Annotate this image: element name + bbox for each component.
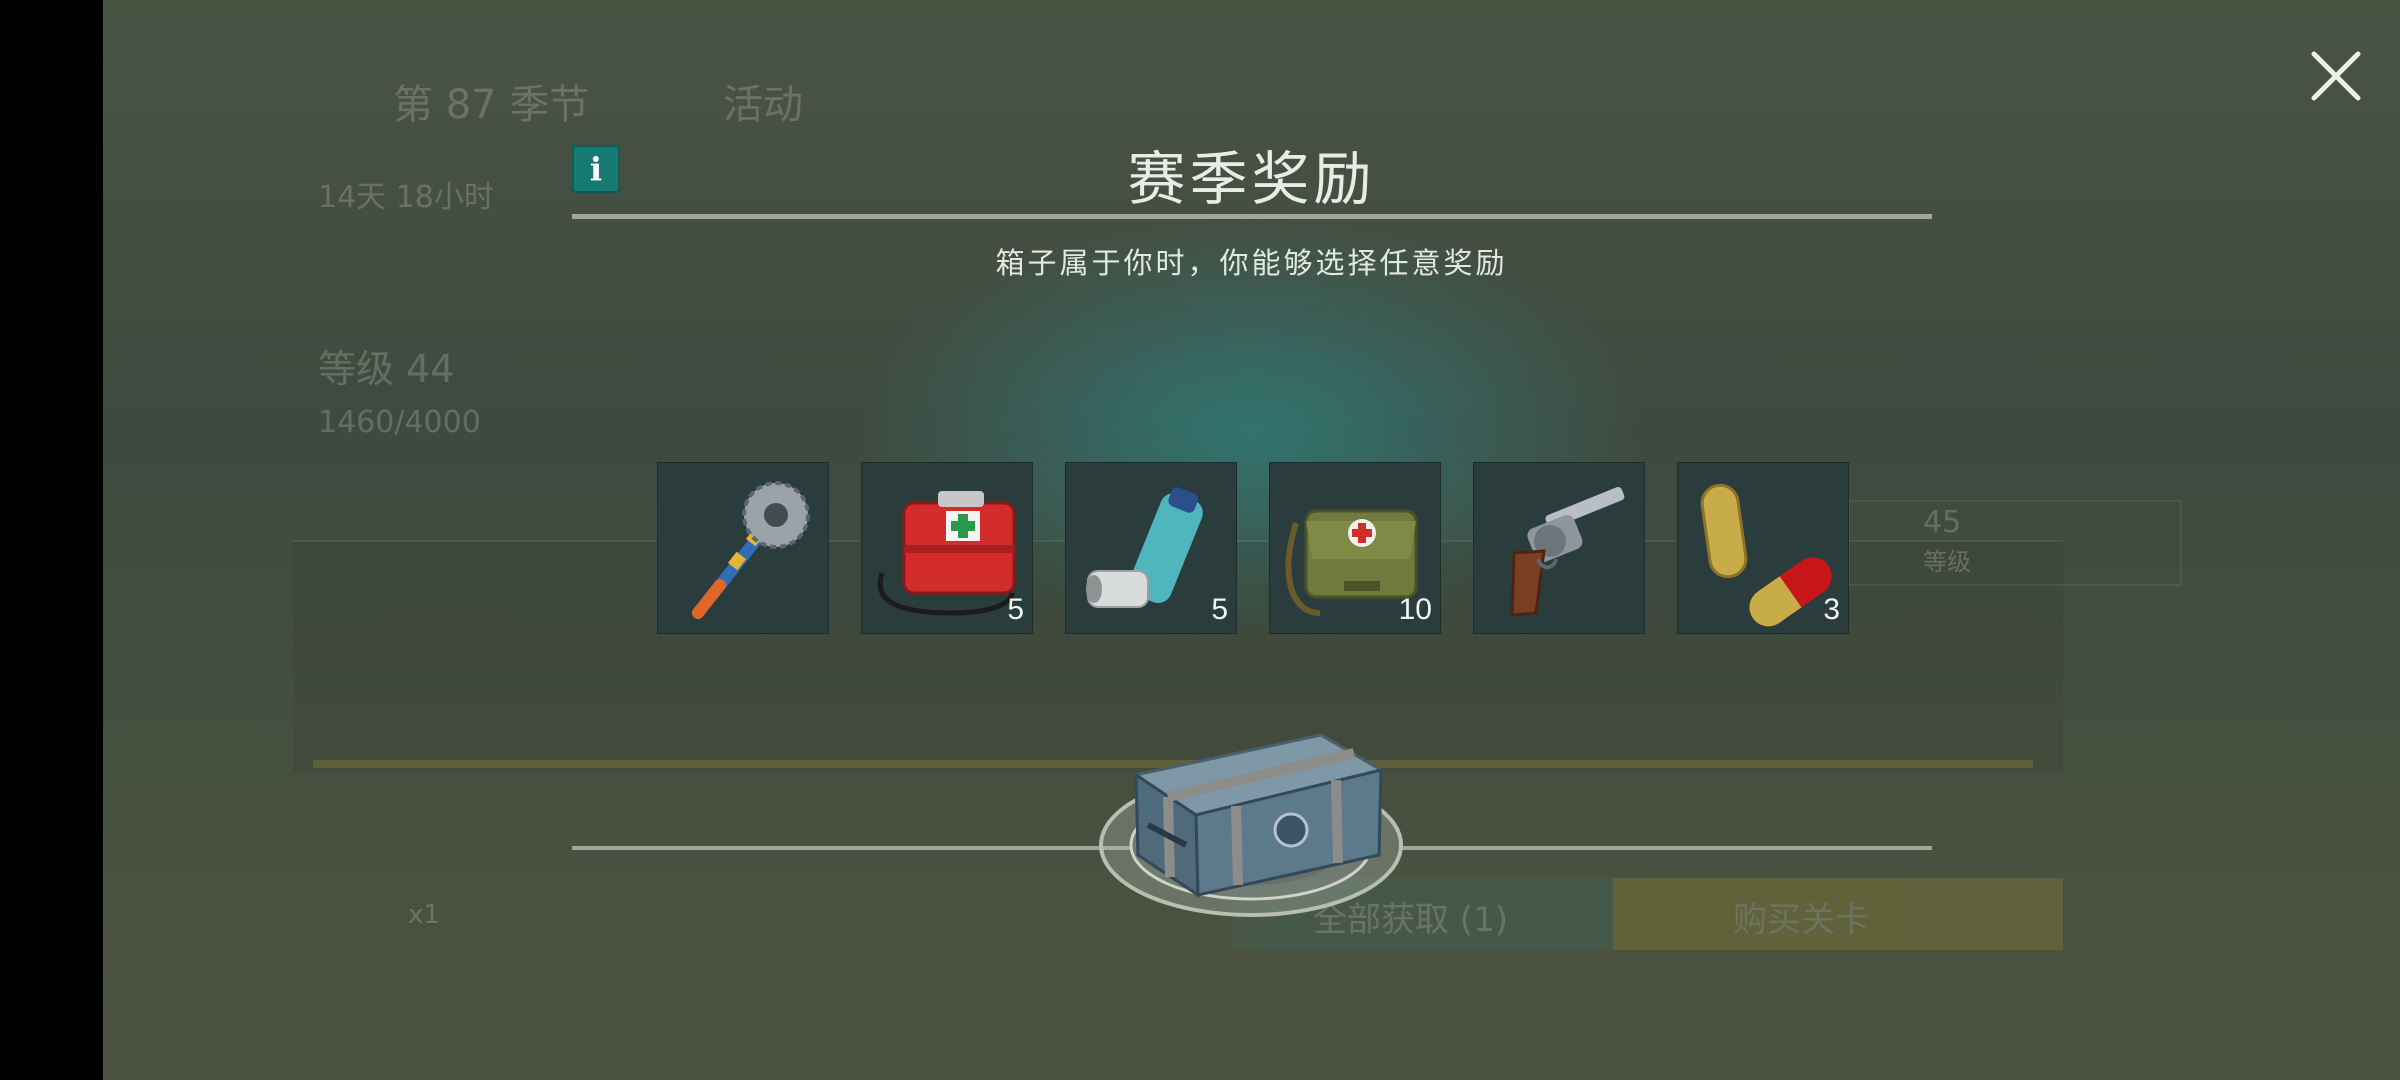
bg-xp: 1460/4000	[318, 405, 481, 440]
close-icon	[2311, 51, 2361, 101]
bg-tab-event: 活动	[723, 82, 803, 128]
base-divider-right	[1401, 846, 1932, 850]
modal-title: 赛季奖励	[1127, 145, 1376, 213]
bg-level: 等级 44	[318, 347, 455, 391]
bg-buy-pass-label: 购买关卡	[1733, 900, 1869, 940]
title-divider	[572, 214, 1932, 219]
revolver-icon	[1510, 486, 1625, 617]
reward-quantity: 3	[1823, 593, 1840, 626]
modal-subtitle: 箱子属于你时，你能够选择任意奖励	[995, 246, 1508, 280]
reward-quantity: 5	[1211, 593, 1228, 626]
left-black-bar	[0, 0, 103, 1080]
reward-tile-first-aid-kit[interactable]: 5	[861, 462, 1033, 634]
bg-tab-season: 第 87 季节	[393, 82, 590, 128]
bg-level-45-number: 45	[1923, 505, 1962, 540]
reward-tile-saw-mace[interactable]	[657, 462, 829, 634]
reward-quantity: 10	[1398, 593, 1432, 626]
reward-tile-pills[interactable]: 3	[1677, 462, 1849, 634]
reward-tile-revolver[interactable]	[1473, 462, 1645, 634]
saw-mace-icon	[692, 481, 810, 619]
reward-tile-inhaler[interactable]: 5	[1065, 462, 1237, 634]
bg-level-45-panel	[1848, 500, 2182, 586]
reward-crate-icon	[1099, 733, 1403, 917]
bg-box-count: x1	[408, 900, 440, 930]
base-divider-left	[572, 846, 1132, 850]
game-screen: 第 87 季节 活动 14天 18小时 等级 44 1460/4000 45 等…	[103, 0, 2400, 1080]
bg-level-45-label: 等级	[1923, 548, 1971, 576]
reward-tile-medical-bag[interactable]: 10	[1269, 462, 1441, 634]
reward-quantity: 5	[1007, 593, 1024, 626]
close-button[interactable]	[2308, 48, 2364, 104]
